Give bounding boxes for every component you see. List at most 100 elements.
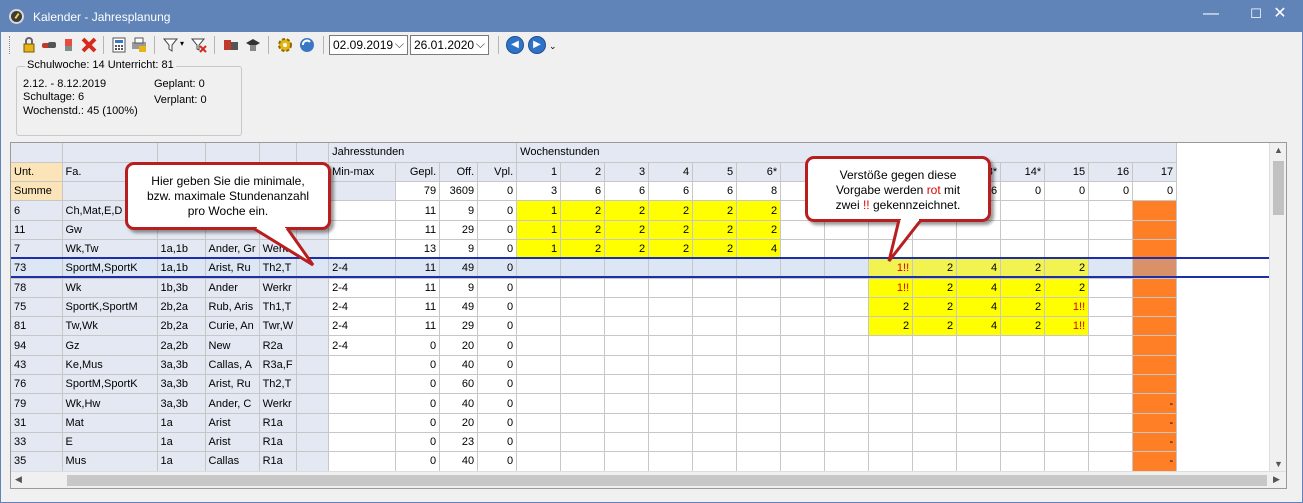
week-hours-cell[interactable]	[1044, 220, 1090, 240]
week-hours-cell[interactable]	[824, 413, 870, 433]
week-hours-cell[interactable]	[560, 355, 606, 376]
week-hours-cell[interactable]	[824, 220, 870, 240]
week-hours-cell[interactable]	[1088, 316, 1134, 337]
week-hours-cell[interactable]	[956, 374, 1002, 395]
week-hours-cell[interactable]	[912, 335, 958, 356]
week-hours-cell[interactable]	[1000, 239, 1046, 260]
week-hours-cell[interactable]: 2	[912, 278, 958, 298]
week-hours-cell[interactable]	[692, 413, 738, 433]
week-hours-cell[interactable]	[648, 451, 694, 472]
column-header[interactable]: 2	[560, 162, 606, 183]
row-subjects[interactable]: Ke,Mus	[62, 355, 158, 376]
row-min-max-input[interactable]: 2-4	[328, 316, 397, 337]
week-hours-cell[interactable]	[780, 278, 826, 298]
calculator-icon[interactable]	[110, 36, 128, 54]
week-hours-cell[interactable]	[692, 393, 738, 414]
row-classes[interactable]: 2b,2a	[157, 297, 206, 318]
row-unterricht-number[interactable]: 6	[11, 200, 63, 221]
week-hours-cell[interactable]	[648, 335, 694, 356]
week-hours-cell[interactable]: 1!!	[868, 278, 914, 298]
week-hours-cell[interactable]	[1000, 355, 1046, 376]
week-hours-cell[interactable]	[516, 278, 562, 298]
week-hours-cell[interactable]	[692, 278, 738, 298]
toolbar-overflow-icon[interactable]: ⌄	[549, 41, 557, 59]
week-hours-cell[interactable]	[736, 413, 782, 433]
date-from-field[interactable]: 02.09.2019 ⌵	[329, 35, 408, 55]
week-hours-cell[interactable]	[604, 316, 650, 337]
week-hours-cell[interactable]	[1132, 297, 1178, 318]
week-hours-cell[interactable]: 4	[736, 239, 782, 260]
row-unterricht-number[interactable]: 33	[11, 432, 63, 453]
week-hours-cell[interactable]	[1044, 393, 1090, 414]
filter-remove-icon[interactable]	[190, 36, 208, 54]
scroll-down-icon[interactable]: ▼	[1274, 459, 1283, 469]
table-row[interactable]: 35 Mus 1a Callas R1a 0 40 0 -	[11, 451, 1178, 472]
table-row[interactable]: 81 Tw,Wk 2b,2a Curie, An Twr,W 2-4 11 29 0 2 2 4 2 1!…	[11, 316, 1178, 337]
week-hours-cell[interactable]	[516, 374, 562, 395]
week-hours-cell[interactable]	[736, 355, 782, 376]
scroll-left-icon[interactable]: ◀	[15, 474, 22, 485]
week-hours-cell[interactable]	[780, 355, 826, 376]
week-hours-cell[interactable]	[604, 355, 650, 376]
row-rooms[interactable]: R3a,F	[259, 355, 298, 376]
week-hours-cell[interactable]	[692, 316, 738, 337]
week-hours-cell[interactable]	[868, 413, 914, 433]
week-hours-cell[interactable]	[1000, 451, 1046, 472]
table-row[interactable]: 79 Wk,Hw 3a,3b Ander, C Werkr 0 40 0 -	[11, 393, 1178, 414]
week-hours-cell[interactable]	[692, 335, 738, 356]
week-hours-cell[interactable]: -	[1132, 393, 1178, 414]
week-hours-cell[interactable]	[692, 355, 738, 376]
week-hours-cell[interactable]	[1044, 335, 1090, 356]
week-hours-cell[interactable]	[604, 278, 650, 298]
row-teachers[interactable]: Ander	[205, 278, 260, 298]
row-classes[interactable]: 3a,3b	[157, 393, 206, 414]
row-classes[interactable]: 1a	[157, 432, 206, 453]
column-header[interactable]: Off.	[439, 162, 479, 183]
week-hours-cell[interactable]: 2	[604, 220, 650, 240]
week-hours-cell[interactable]	[1000, 220, 1046, 240]
week-hours-cell[interactable]	[824, 451, 870, 472]
week-hours-cell[interactable]: 2	[912, 297, 958, 318]
week-hours-cell[interactable]: 1!!	[1044, 316, 1090, 337]
row-teachers[interactable]: Rub, Aris	[205, 297, 260, 318]
week-hours-cell[interactable]	[824, 278, 870, 298]
week-hours-cell[interactable]	[1088, 297, 1134, 318]
week-hours-cell[interactable]	[780, 432, 826, 453]
week-hours-cell[interactable]	[1088, 451, 1134, 472]
week-hours-cell[interactable]	[1088, 374, 1134, 395]
week-hours-cell[interactable]	[736, 374, 782, 395]
week-hours-cell[interactable]	[824, 239, 870, 260]
table-row[interactable]: 43 Ke,Mus 3a,3b Callas, A R3a,F 0 40 0	[11, 355, 1178, 376]
week-hours-cell[interactable]: 2	[736, 220, 782, 240]
row-min-max-input[interactable]	[328, 239, 397, 260]
teacher-icon[interactable]	[244, 36, 262, 54]
row-teachers[interactable]: Arist	[205, 432, 260, 453]
row-classes[interactable]: 1a	[157, 413, 206, 433]
filter-dropdown-icon[interactable]: ▾	[180, 39, 188, 57]
week-hours-cell[interactable]: 2	[1000, 316, 1046, 337]
table-row[interactable]: 94 Gz 2a,2b New R2a 2-4 0 20 0	[11, 335, 1178, 356]
week-hours-cell[interactable]: 1	[516, 220, 562, 240]
week-hours-cell[interactable]: 1!!	[1044, 297, 1090, 318]
week-hours-cell[interactable]	[956, 355, 1002, 376]
column-header[interactable]: 3	[604, 162, 650, 183]
week-hours-cell[interactable]	[956, 413, 1002, 433]
row-unterricht-number[interactable]: 79	[11, 393, 63, 414]
row-classes[interactable]: 1b,3b	[157, 278, 206, 298]
row-unterricht-number[interactable]: 78	[11, 278, 63, 298]
week-hours-cell[interactable]	[648, 432, 694, 453]
table-row[interactable]: 76 SportM,SportK 3a,3b Arist, Ru Th2,T 0 60 0	[11, 374, 1178, 395]
row-subjects[interactable]: Mat	[62, 413, 158, 433]
row-subjects[interactable]: SportK,SportM	[62, 297, 158, 318]
row-unterricht-number[interactable]: 94	[11, 335, 63, 356]
row-unterricht-number[interactable]: 11	[11, 220, 63, 240]
week-hours-cell[interactable]: -	[1132, 432, 1178, 453]
week-hours-cell[interactable]: -	[1132, 451, 1178, 472]
column-header[interactable]: 16	[1088, 162, 1134, 183]
row-rooms[interactable]: R2a	[259, 335, 298, 356]
vertical-scrollbar[interactable]: ▲ ▼	[1269, 143, 1286, 473]
week-hours-cell[interactable]	[560, 393, 606, 414]
week-hours-cell[interactable]	[604, 432, 650, 453]
week-hours-cell[interactable]	[516, 432, 562, 453]
row-teachers[interactable]: Callas, A	[205, 355, 260, 376]
